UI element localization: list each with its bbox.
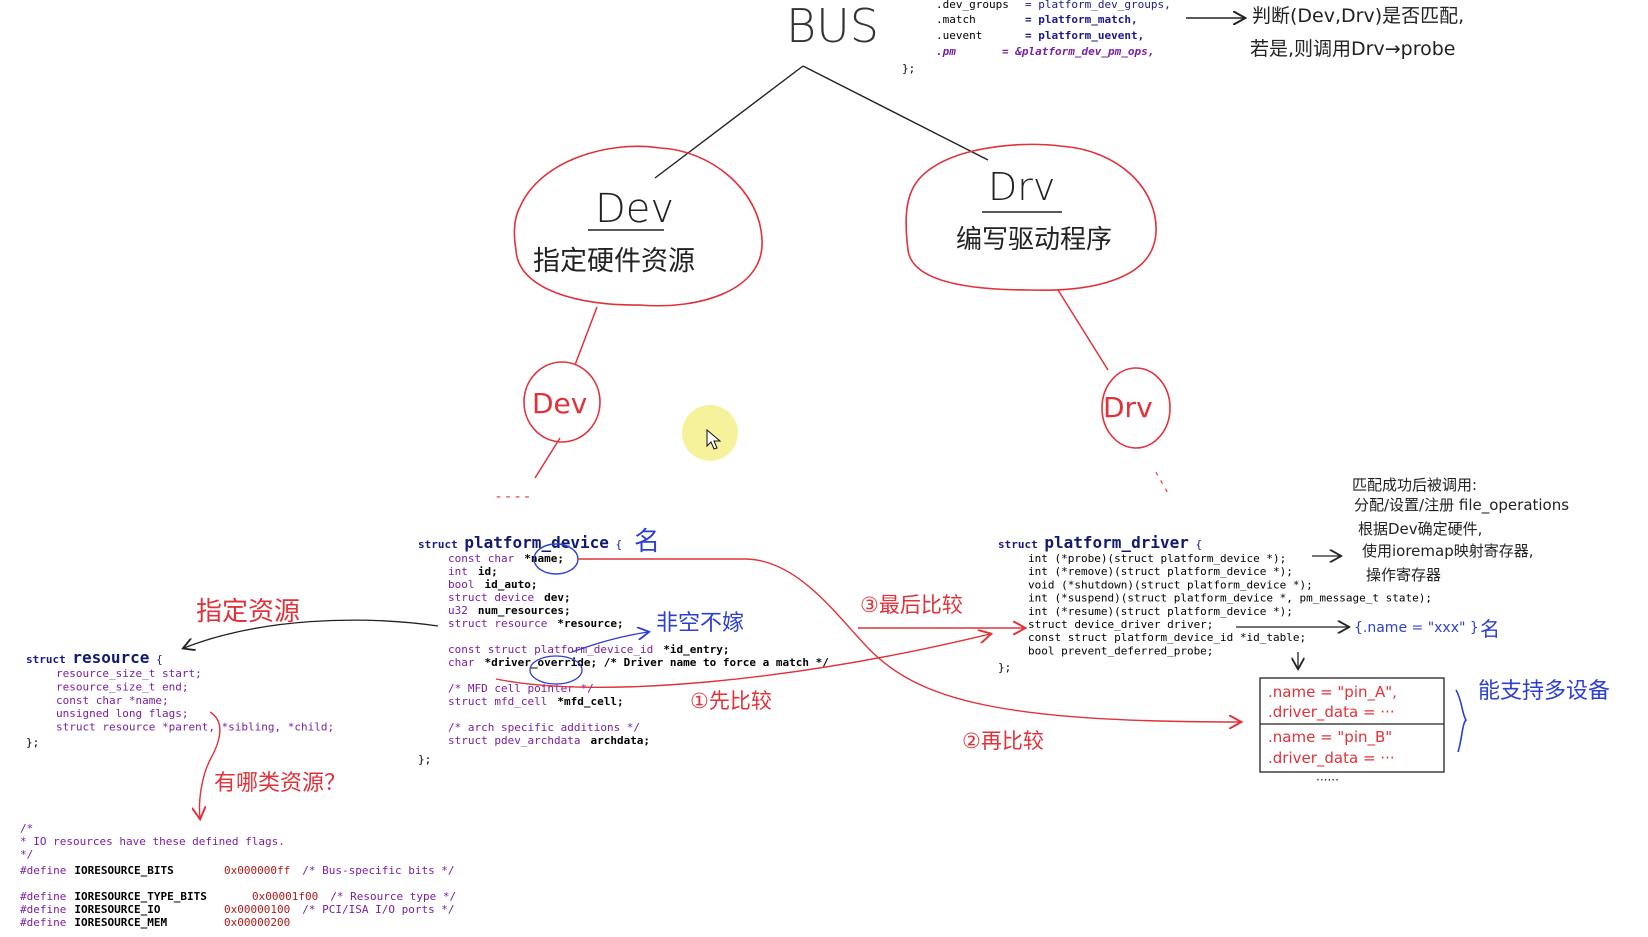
svg-text:.uevent: .uevent bbox=[936, 29, 982, 42]
ioresource-defines: /* * IO resources have these defined fla… bbox=[20, 822, 456, 929]
not-null-label: 非空不嫁 bbox=[656, 611, 744, 636]
platform-device-member: struct pdev_archdata archdata; bbox=[448, 734, 650, 747]
svg-text:/*: /* bbox=[20, 822, 33, 835]
probe-notes: 匹配成功后被调用: 分配/设置/注册 file_operations 根据Dev… bbox=[1352, 476, 1569, 584]
platform-driver-member: int (*remove)(struct platform_device *); bbox=[1028, 565, 1293, 578]
specify-resource-label: 指定资源 bbox=[196, 597, 300, 627]
dev-circle-title: Dev bbox=[595, 186, 674, 232]
match-note-1: 判断(Dev,Drv)是否匹配, bbox=[1252, 5, 1464, 27]
which-resources-label: 有哪类资源？ bbox=[214, 771, 346, 796]
svg-text:struct platform_driver: struct platform_driver { bbox=[998, 533, 1202, 552]
platform-device-member: struct mfd_cell *mfd_cell; bbox=[448, 695, 624, 708]
platform-device-member: /* MFD cell pointer */ bbox=[448, 682, 594, 695]
platform-device-member: struct resource *resource; bbox=[448, 617, 624, 630]
platform-driver-member: const struct platform_device_id *id_tabl… bbox=[1028, 631, 1306, 644]
resource-member: const char *name; bbox=[56, 694, 169, 707]
resource-member: resource_size_t start; bbox=[56, 667, 202, 680]
svg-text:struct resource {: struct resource { bbox=[26, 648, 163, 667]
name-mark-drv: 名 bbox=[1480, 617, 1500, 641]
platform-device-member: const struct platform_device_id *id_entry… bbox=[448, 643, 730, 656]
resource-struct: struct resource { resource_size_t start;… bbox=[26, 648, 334, 749]
svg-text:.pm: .pm bbox=[936, 45, 956, 58]
svg-text:*/: */ bbox=[20, 848, 33, 861]
bus-label: BUS bbox=[786, 0, 879, 53]
compare-second-label: ②再比较 bbox=[962, 729, 1044, 753]
annotation-canvas: .dev_groups = platform_dev_groups, .matc… bbox=[20, 0, 1610, 929]
svg-text:= &platform_dev_pm_ops,: = &platform_dev_pm_ops, bbox=[1002, 45, 1154, 58]
platform-driver-member: int (*resume)(struct platform_device *); bbox=[1028, 605, 1293, 618]
platform-device-member: const char *name; bbox=[448, 552, 564, 565]
svg-text:};: }; bbox=[26, 736, 39, 749]
platform-driver-member: bool prevent_deferred_probe; bbox=[1028, 644, 1213, 657]
bus-ops-code: .dev_groups = platform_dev_groups, .matc… bbox=[902, 0, 1171, 75]
define-line: #define IORESOURCE_IO 0x00000100/* PCI/ISA… bbox=[20, 903, 455, 916]
svg-text:使用ioremap映射寄存器,: 使用ioremap映射寄存器, bbox=[1362, 542, 1534, 560]
svg-text:.name = "pin_B": .name = "pin_B" bbox=[1268, 728, 1392, 747]
resource-member: struct resource *parent, *sibling, *chil… bbox=[56, 721, 334, 734]
define-line: #define IORESOURCE_MEM 0x00000200 bbox=[20, 916, 290, 929]
id-table-entries: .name = "pin_A", .driver_data = ··· .nam… bbox=[1268, 683, 1397, 768]
platform-driver-member: void (*shutdown)(struct platform_device … bbox=[1028, 578, 1313, 591]
define-line: #define IORESOURCE_BITS 0x000000ff/* Bus-s… bbox=[20, 864, 455, 877]
svg-text:操作寄存器: 操作寄存器 bbox=[1366, 566, 1441, 584]
svg-text:.driver_data = ···: .driver_data = ··· bbox=[1268, 703, 1395, 722]
svg-text:······: ······ bbox=[1316, 773, 1339, 787]
svg-text:};: }; bbox=[902, 62, 915, 75]
svg-text:struct platform_device: struct platform_device { bbox=[418, 533, 622, 552]
svg-text:- - - -: - - - - bbox=[496, 489, 530, 505]
platform-device-member: bool id_auto; bbox=[448, 578, 537, 591]
compare-last-label: ③最后比较 bbox=[860, 593, 963, 617]
define-line: #define IORESOURCE_TYPE_BITS 0x00001f00/* … bbox=[20, 890, 456, 903]
svg-text:* IO resources have these defi: * IO resources have these defined flags. bbox=[20, 835, 285, 848]
multi-device-label: 能支持多设备 bbox=[1478, 679, 1610, 704]
drv-circle-text: 编写驱动程序 bbox=[956, 225, 1112, 255]
svg-text:= platform_match,: = platform_match, bbox=[1025, 13, 1138, 26]
drv-circle-title: Drv bbox=[988, 165, 1055, 209]
platform-driver-member: int (*suspend)(struct platform_device *,… bbox=[1028, 592, 1432, 605]
platform-device-member: char *driver_override; /* Driver name to … bbox=[448, 656, 829, 669]
resource-member: resource_size_t end; bbox=[56, 680, 188, 693]
whiteboard: .dev_groups = platform_dev_groups, .matc… bbox=[0, 0, 1648, 937]
pointer-icon bbox=[706, 429, 722, 450]
svg-text:.dev_groups: .dev_groups bbox=[936, 0, 1009, 11]
platform-driver-member: struct device_driver driver; bbox=[1028, 618, 1213, 631]
bus-to-dev-line bbox=[654, 65, 804, 179]
platform-device-member: struct device dev; bbox=[448, 591, 571, 604]
svg-text:= platform_dev_groups,: = platform_dev_groups, bbox=[1025, 0, 1171, 11]
name-mark-dev: 名 bbox=[634, 527, 660, 557]
svg-text:.name = "pin_A",: .name = "pin_A", bbox=[1268, 683, 1397, 702]
drv-small-label: Drv bbox=[1103, 391, 1153, 424]
svg-text:分配/设置/注册 file_operations: 分配/设置/注册 file_operations bbox=[1354, 496, 1569, 515]
platform-device-struct: struct platform_device { const char *name… bbox=[418, 533, 829, 766]
svg-text:.match: .match bbox=[936, 13, 976, 26]
dev-small-label: Dev bbox=[532, 387, 587, 420]
platform-driver-member: int (*probe)(struct platform_device *); bbox=[1028, 552, 1286, 565]
resource-member: unsigned long flags; bbox=[56, 707, 188, 720]
compare-first-label: ①先比较 bbox=[690, 689, 772, 713]
svg-text:匹配成功后被调用:: 匹配成功后被调用: bbox=[1352, 476, 1477, 494]
platform-device-member: int id; bbox=[448, 565, 498, 578]
dev-circle-text: 指定硬件资源 bbox=[533, 246, 695, 277]
platform-device-member: /* arch specific additions */ bbox=[448, 721, 640, 734]
svg-text:.driver_data = ···: .driver_data = ··· bbox=[1268, 749, 1395, 768]
name-expression: {.name = "xxx" } bbox=[1354, 620, 1479, 636]
match-note-2: 若是,则调用Drv→probe bbox=[1250, 38, 1455, 60]
svg-text:};: }; bbox=[418, 753, 431, 766]
svg-text:= platform_uevent,: = platform_uevent, bbox=[1025, 29, 1144, 42]
svg-text:- - -: - - - bbox=[1149, 468, 1175, 497]
svg-text:根据Dev确定硬件,: 根据Dev确定硬件, bbox=[1358, 520, 1482, 538]
bus-to-drv-line bbox=[802, 65, 989, 161]
svg-text:};: }; bbox=[998, 661, 1011, 674]
platform-device-member: u32 num_resources; bbox=[448, 604, 571, 617]
